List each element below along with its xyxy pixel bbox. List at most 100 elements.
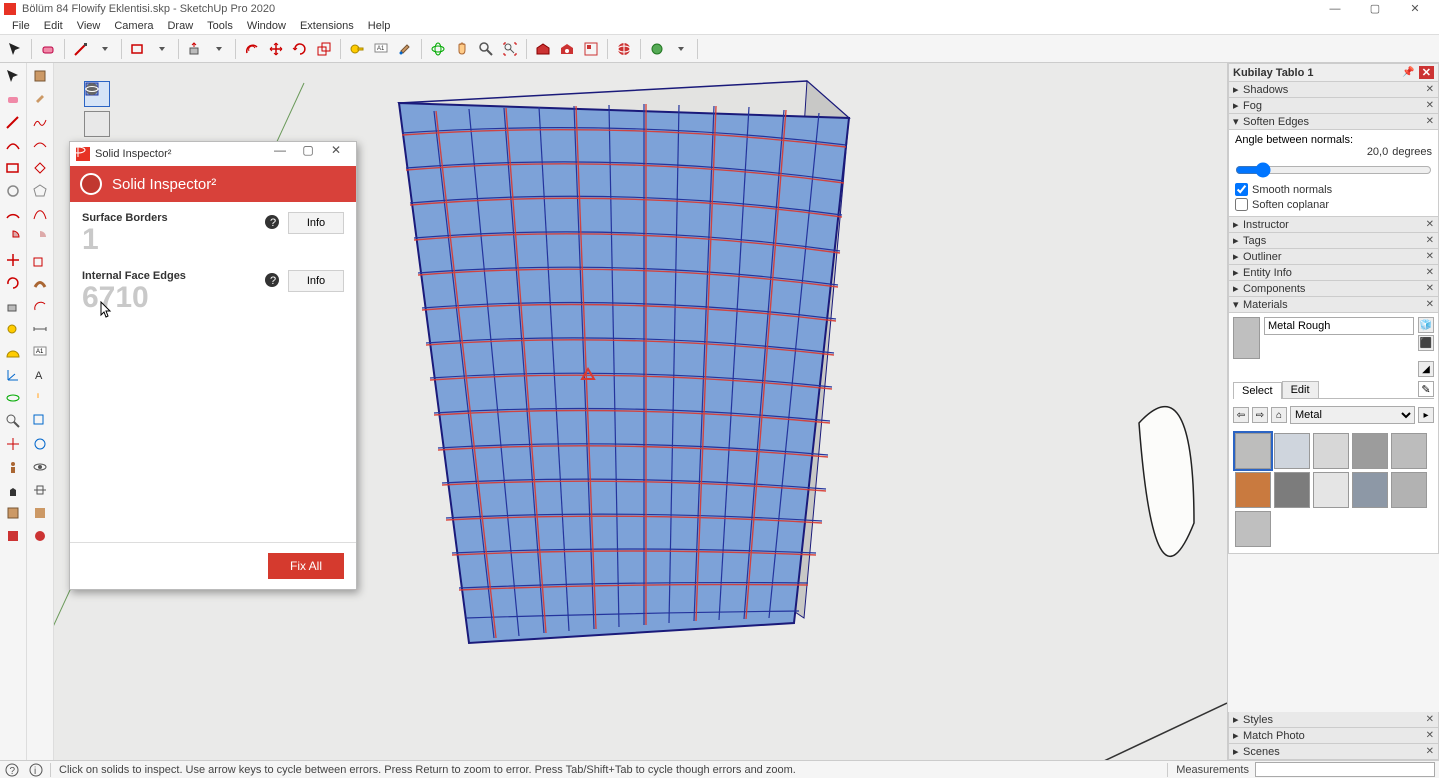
- layout-icon[interactable]: [580, 38, 602, 60]
- eyedropper-icon[interactable]: ◢: [1418, 361, 1434, 377]
- dimension-icon[interactable]: [29, 318, 51, 340]
- menu-draw[interactable]: Draw: [161, 19, 199, 33]
- panel-close-icon[interactable]: ✕: [1426, 299, 1434, 310]
- panel-entity-info[interactable]: ▸Entity Info✕: [1228, 265, 1439, 281]
- component-icon[interactable]: [29, 65, 51, 87]
- bezier-icon[interactable]: [29, 203, 51, 225]
- section-plane-icon[interactable]: [2, 502, 24, 524]
- warehouse-icon[interactable]: [532, 38, 554, 60]
- menu-window[interactable]: Window: [241, 19, 292, 33]
- material-swatch[interactable]: [1313, 472, 1349, 508]
- panel-styles[interactable]: ▸Styles✕: [1228, 712, 1439, 728]
- eraser-icon[interactable]: [2, 88, 24, 110]
- axes-icon[interactable]: [2, 364, 24, 386]
- orbit-tool-icon[interactable]: [427, 38, 449, 60]
- pan-icon[interactable]: [29, 387, 51, 409]
- section-display-icon[interactable]: [2, 525, 24, 547]
- 3d-viewport[interactable]: S.. Solid Inspector² — ▢ ✕ Solid Inspect…: [54, 63, 1227, 760]
- pushpull-dropdown-icon[interactable]: [208, 38, 230, 60]
- panel-scenes[interactable]: ▸Scenes✕: [1228, 744, 1439, 760]
- pie-icon[interactable]: [2, 226, 24, 248]
- material-swatch[interactable]: [1235, 433, 1271, 469]
- plugin-icon[interactable]: [29, 525, 51, 547]
- panel-close-icon[interactable]: ✕: [1426, 116, 1434, 127]
- orbit-icon[interactable]: [2, 387, 24, 409]
- menu-edit[interactable]: Edit: [38, 19, 69, 33]
- nav-fwd-icon[interactable]: ⇨: [1252, 407, 1268, 423]
- panel-close-icon[interactable]: ✕: [1426, 84, 1434, 95]
- paint-bucket-icon[interactable]: [29, 88, 51, 110]
- panel-close-icon[interactable]: ✕: [1426, 283, 1434, 294]
- panel-close-icon[interactable]: ✕: [1426, 730, 1434, 741]
- set-default-icon[interactable]: ⬛: [1418, 335, 1434, 351]
- pushpull-tool-icon[interactable]: [184, 38, 206, 60]
- nav-home-icon[interactable]: ⌂: [1271, 407, 1287, 423]
- info-circle-icon[interactable]: ?: [264, 214, 280, 230]
- nav-back-icon[interactable]: ⇦: [1233, 407, 1249, 423]
- dialog-close-button[interactable]: ✕: [322, 143, 350, 165]
- pushpull-icon[interactable]: [2, 295, 24, 317]
- panel-close-icon[interactable]: ✕: [1426, 219, 1434, 230]
- measurements-input[interactable]: [1255, 762, 1435, 777]
- material-preview[interactable]: [1233, 317, 1260, 359]
- panel-close-icon[interactable]: ✕: [1426, 267, 1434, 278]
- dialog-titlebar[interactable]: Solid Inspector² — ▢ ✕: [70, 142, 356, 166]
- rect-icon[interactable]: [2, 157, 24, 179]
- tray-close-icon[interactable]: ✕: [1419, 66, 1434, 79]
- scale-icon[interactable]: [29, 249, 51, 271]
- panel-soften-edges[interactable]: ▾Soften Edges✕: [1228, 114, 1439, 130]
- tape-tool-icon[interactable]: [346, 38, 368, 60]
- soften-coplanar-checkbox[interactable]: Soften coplanar: [1235, 197, 1432, 212]
- panel-match-photo[interactable]: ▸Match Photo✕: [1228, 728, 1439, 744]
- menu-tools[interactable]: Tools: [201, 19, 239, 33]
- zoom-extents-icon[interactable]: [2, 433, 24, 455]
- fix-all-button[interactable]: Fix All: [268, 553, 344, 579]
- 3pt-arc-icon[interactable]: [29, 134, 51, 156]
- extension-warehouse-icon[interactable]: [556, 38, 578, 60]
- paint-tool-icon[interactable]: [394, 38, 416, 60]
- library-menu-icon[interactable]: ▸: [1418, 407, 1434, 423]
- panel-tags[interactable]: ▸Tags✕: [1228, 233, 1439, 249]
- rotated-rect-icon[interactable]: [29, 157, 51, 179]
- menu-help[interactable]: Help: [362, 19, 397, 33]
- polygon-icon[interactable]: [29, 180, 51, 202]
- position-camera-icon[interactable]: [2, 456, 24, 478]
- panel-close-icon[interactable]: ✕: [1426, 251, 1434, 262]
- fredo-dropdown-icon[interactable]: [670, 38, 692, 60]
- material-swatch[interactable]: [1313, 433, 1349, 469]
- pie-arc-icon[interactable]: [29, 226, 51, 248]
- rotate-icon[interactable]: [2, 272, 24, 294]
- material-swatch[interactable]: [1391, 433, 1427, 469]
- rotate-tool-icon[interactable]: [289, 38, 311, 60]
- dialog-maximize-button[interactable]: ▢: [294, 143, 322, 165]
- zoom-window-icon[interactable]: [29, 410, 51, 432]
- panel-close-icon[interactable]: ✕: [1426, 714, 1434, 725]
- line-icon[interactable]: [2, 111, 24, 133]
- panel-close-icon[interactable]: ✕: [1426, 100, 1434, 111]
- zoom-extents-tool-icon[interactable]: [499, 38, 521, 60]
- text-tool-icon[interactable]: A1: [370, 38, 392, 60]
- dialog-minimize-button[interactable]: —: [266, 143, 294, 165]
- zoom-icon[interactable]: [2, 410, 24, 432]
- material-swatch[interactable]: [1391, 472, 1427, 508]
- tape-icon[interactable]: [2, 318, 24, 340]
- create-material-icon[interactable]: 🧊: [1418, 317, 1434, 333]
- look-around-icon[interactable]: [29, 456, 51, 478]
- circle-icon[interactable]: [2, 180, 24, 202]
- panel-instructor[interactable]: ▸Instructor✕: [1228, 217, 1439, 233]
- freehand-icon[interactable]: [29, 111, 51, 133]
- line-tool-icon[interactable]: [70, 38, 92, 60]
- panel-close-icon[interactable]: ✕: [1426, 235, 1434, 246]
- offset-icon[interactable]: [29, 295, 51, 317]
- panel-materials[interactable]: ▾Materials✕: [1228, 297, 1439, 313]
- pin-icon[interactable]: 📌: [1402, 67, 1414, 78]
- panel-close-icon[interactable]: ✕: [1426, 746, 1434, 757]
- 2pt-arc-icon[interactable]: [2, 203, 24, 225]
- scale-tool-icon[interactable]: [313, 38, 335, 60]
- text-label-icon[interactable]: A: [29, 364, 51, 386]
- menu-extensions[interactable]: Extensions: [294, 19, 360, 33]
- tray-title[interactable]: Kubilay Tablo 1 📌 ✕: [1228, 63, 1439, 82]
- material-swatch[interactable]: [1352, 472, 1388, 508]
- pan-tool-icon[interactable]: [451, 38, 473, 60]
- info-circle-icon[interactable]: ?: [264, 272, 280, 288]
